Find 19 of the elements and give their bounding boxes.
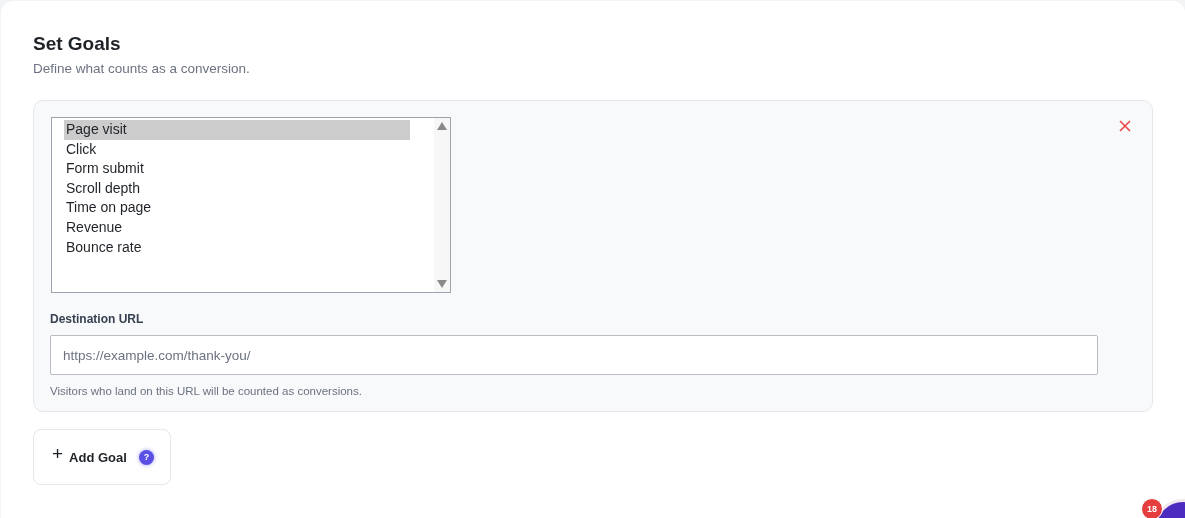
listbox-option[interactable]: Revenue: [64, 217, 410, 238]
listbox-option[interactable]: Page visit: [64, 120, 410, 140]
url-field[interactable]: https://example.com/thank-you/: [50, 335, 1098, 375]
listbox-option[interactable]: Click: [64, 139, 410, 160]
listbox-option[interactable]: Form submit: [64, 159, 410, 179]
listbox-option[interactable]: Time on page: [64, 198, 410, 218]
scroll-up-icon[interactable]: [437, 122, 447, 130]
listbox-option[interactable]: Bounce rate: [64, 237, 410, 258]
plus-icon: +: [52, 443, 64, 465]
help-text: Visitors who land on this URL will be counted as conversions.: [50, 385, 363, 397]
listbox-option[interactable]: Scroll depth: [64, 178, 410, 199]
close-icon[interactable]: [1118, 119, 1132, 133]
add-goal-button[interactable]: + Add Goal ?: [33, 429, 171, 485]
goal-type-listbox[interactable]: Page visit Click Form submit Scroll depth Time on page Revenue Bounce rate: [51, 117, 451, 293]
section-subtitle: Define what counts as a conversion.: [33, 61, 251, 76]
help-badge: ?: [138, 449, 154, 465]
scroll-down-icon[interactable]: [437, 280, 447, 288]
field-label: Destination URL: [50, 312, 145, 326]
section-title: Set Goals: [33, 33, 122, 55]
